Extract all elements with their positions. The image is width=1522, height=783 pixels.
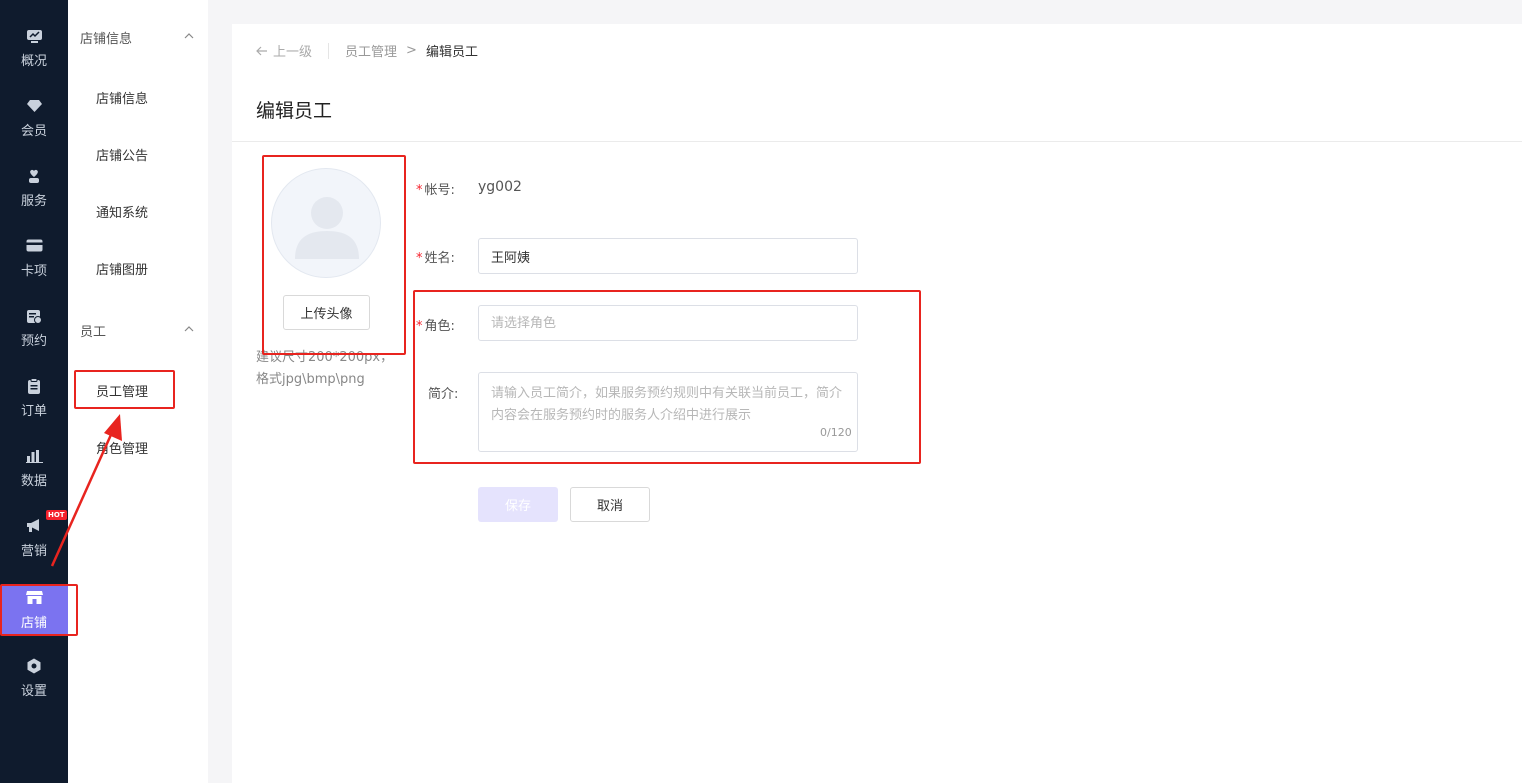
hand-heart-icon	[25, 168, 43, 184]
nav-item-label: 营销	[20, 543, 47, 559]
nav-item-members[interactable]: 会员	[0, 88, 68, 148]
nav-item-label: 概况	[20, 53, 47, 69]
avatar-hint: 建议尺寸200*200px， 格式jpg\bmp\png	[256, 347, 406, 391]
nav-item-label: 订单	[20, 403, 47, 419]
chevron-up-icon[interactable]	[184, 324, 194, 334]
breadcrumb-current: 编辑员工	[425, 45, 478, 60]
nav-item-label: 店铺	[20, 615, 47, 631]
page-title: 编辑员工	[256, 100, 333, 122]
nav-item-label: 数据	[20, 473, 47, 489]
card-icon	[25, 238, 43, 254]
nav-item-booking[interactable]: 预约	[0, 298, 68, 358]
subnav-item-store-notice[interactable]: 店铺公告	[96, 145, 148, 164]
nav-item-label: 预约	[20, 333, 47, 349]
subnav-item-store-info[interactable]: 店铺信息	[96, 88, 148, 107]
back-link[interactable]: 上一级	[256, 41, 312, 60]
role-label-text: 角色:	[424, 319, 455, 334]
main-content: 上一级 员工管理 > 编辑员工 编辑员工 上传头像 建议尺寸200*200px，…	[232, 24, 1522, 783]
upload-avatar-button[interactable]: 上传头像	[283, 295, 370, 330]
account-label-text: 帐号:	[424, 183, 455, 198]
required-mark: *	[416, 251, 423, 266]
intro-textarea[interactable]	[478, 372, 858, 452]
nav-item-data[interactable]: 数据	[0, 438, 68, 498]
store-icon	[25, 590, 43, 606]
subnav-item-staff-management[interactable]: 员工管理	[96, 381, 148, 400]
gear-icon	[25, 658, 43, 674]
role-select[interactable]	[478, 305, 858, 341]
name-input[interactable]	[478, 238, 858, 274]
hot-badge: HOT	[46, 510, 67, 520]
subnav-item-store-gallery[interactable]: 店铺图册	[96, 259, 148, 278]
avatar	[271, 168, 381, 278]
nav-item-settings[interactable]: 设置	[0, 648, 68, 708]
nav-item-cards[interactable]: 卡项	[0, 228, 68, 288]
main-nav-rail: 概况 会员 服务 卡项 预约 订单 数据 HOT 营销 店铺 设置	[0, 0, 68, 783]
required-mark: *	[416, 319, 423, 334]
name-label-text: 姓名:	[424, 251, 455, 266]
chevron-up-icon[interactable]	[184, 31, 194, 41]
sub-navigation: 店铺信息 店铺信息 店铺公告 通知系统 店铺图册 员工 员工管理 角色管理	[68, 0, 208, 783]
nav-item-orders[interactable]: 订单	[0, 368, 68, 428]
cancel-button[interactable]: 取消	[570, 487, 650, 522]
calendar-check-icon	[25, 308, 43, 324]
header-divider	[232, 141, 1522, 142]
required-mark: *	[416, 183, 423, 198]
breadcrumb-separator: >	[406, 43, 417, 58]
nav-item-label: 会员	[20, 123, 47, 139]
nav-item-store[interactable]: 店铺	[0, 586, 68, 634]
nav-item-overview[interactable]: 概况	[0, 18, 68, 78]
default-user-icon	[295, 197, 359, 259]
subnav-group-store-info[interactable]: 店铺信息	[80, 28, 132, 47]
breadcrumb-parent[interactable]: 员工管理	[345, 41, 397, 60]
intro-label: 简介:	[428, 387, 459, 402]
account-label: * 帐号:	[416, 179, 455, 198]
role-label: * 角色:	[416, 315, 455, 334]
avatar-hint-size: 建议尺寸200*200px，	[256, 350, 394, 365]
account-value: yg002	[478, 179, 522, 195]
subnav-group-staff[interactable]: 员工	[80, 321, 106, 340]
subnav-item-notification-system[interactable]: 通知系统	[96, 202, 148, 221]
clipboard-icon	[25, 377, 43, 394]
name-label: * 姓名:	[416, 247, 455, 266]
nav-item-label: 设置	[20, 683, 47, 699]
nav-item-label: 卡项	[20, 263, 47, 279]
back-label: 上一级	[273, 45, 313, 60]
intro-char-counter: 0/120	[820, 426, 852, 439]
nav-item-services[interactable]: 服务	[0, 158, 68, 218]
subnav-item-role-management[interactable]: 角色管理	[96, 438, 148, 457]
breadcrumb-divider	[328, 42, 330, 59]
arrow-left-icon	[256, 46, 267, 55]
bar-chart-icon	[25, 448, 43, 464]
nav-item-label: 服务	[20, 193, 47, 209]
avatar-hint-format: 格式jpg\bmp\png	[256, 372, 365, 387]
breadcrumb: 上一级 员工管理 > 编辑员工	[256, 41, 478, 60]
megaphone-icon	[25, 518, 43, 534]
diamond-icon	[25, 98, 43, 114]
save-button[interactable]: 保存	[478, 487, 558, 522]
nav-item-marketing[interactable]: HOT 营销	[0, 508, 68, 568]
monitor-icon	[25, 28, 43, 44]
